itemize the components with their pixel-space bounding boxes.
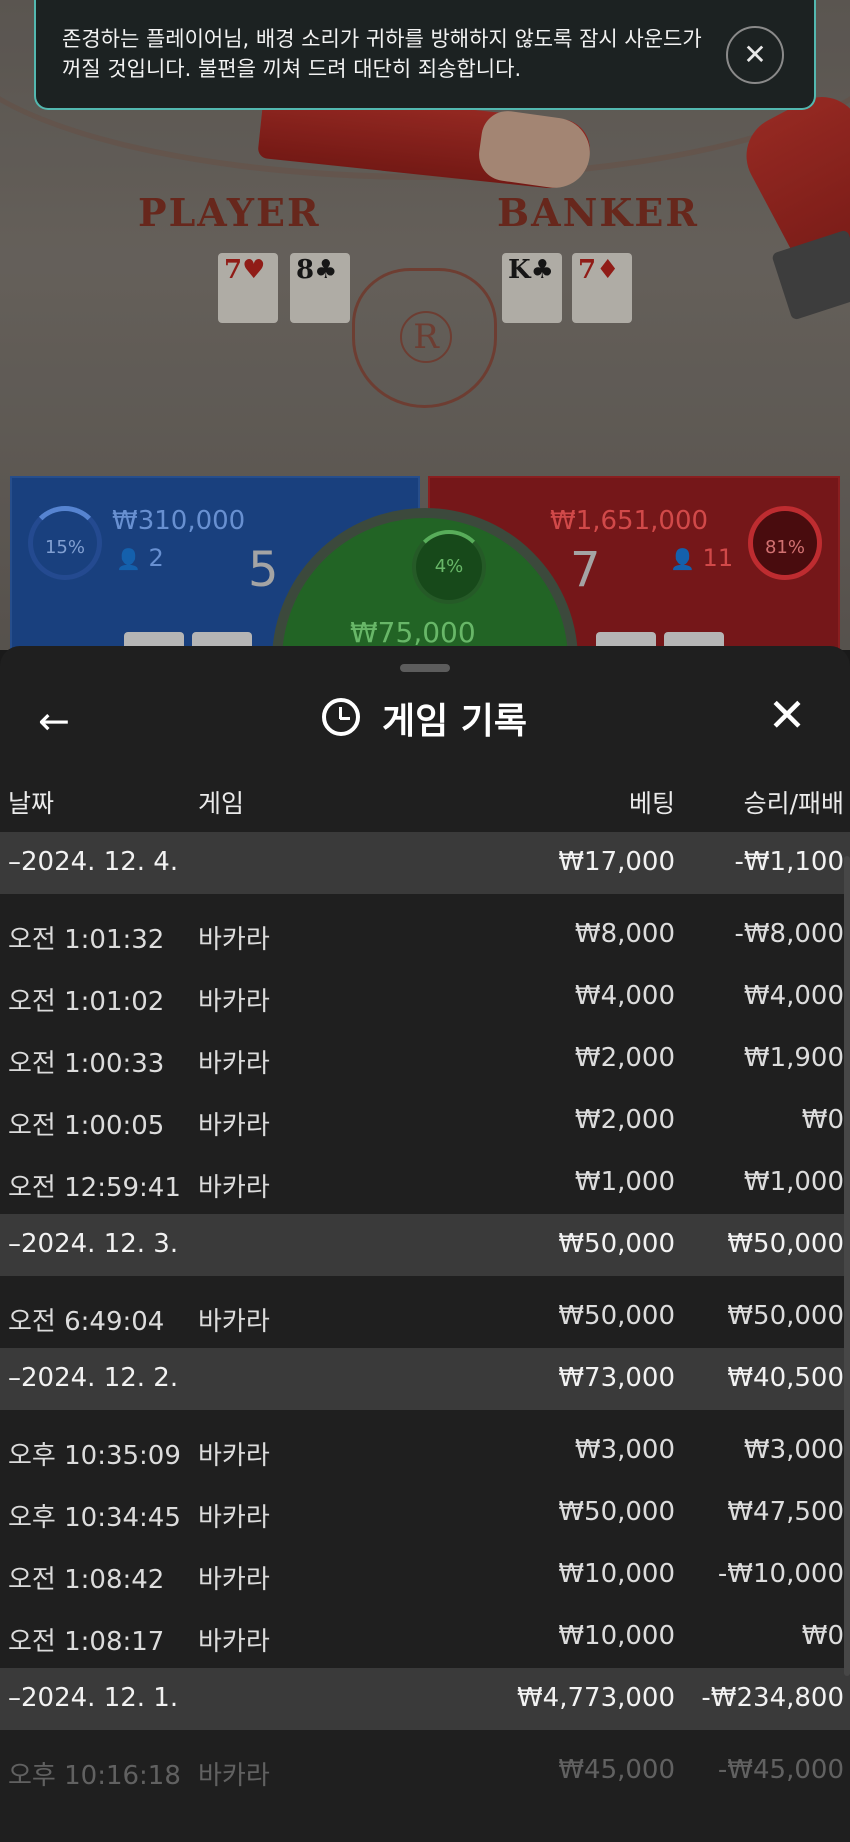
row-spacer — [0, 1730, 850, 1740]
row-game: 바카라 — [198, 1503, 270, 1533]
table-row[interactable]: 오전 1:00:33 바카라 ₩2,000 ₩1,900 — [0, 1028, 850, 1090]
group-bet-total: ₩73,000 — [558, 1363, 675, 1393]
row-game: 바카라 — [198, 1627, 270, 1657]
row-result: -₩45,000 — [717, 1755, 844, 1785]
group-date: –2024. 12. 2. — [8, 1363, 179, 1393]
row-result: ₩4,000 — [743, 981, 844, 1011]
row-game: 바카라 — [198, 1049, 270, 1079]
row-time: 오전 1:08:17 — [8, 1627, 165, 1657]
date-group-row[interactable]: –2024. 12. 4. ₩17,000 -₩1,100 — [0, 832, 850, 894]
row-bet: ₩50,000 — [558, 1497, 675, 1527]
row-bet: ₩1,000 — [574, 1167, 675, 1197]
row-spacer — [0, 1276, 850, 1286]
table-row[interactable]: 오후 10:35:09 바카라 ₩3,000 ₩3,000 — [0, 1420, 850, 1482]
row-game: 바카라 — [198, 1441, 270, 1471]
row-bet: ₩3,000 — [574, 1435, 675, 1465]
row-bet: ₩10,000 — [558, 1559, 675, 1589]
group-date: –2024. 12. 1. — [8, 1683, 179, 1713]
row-result: -₩10,000 — [717, 1559, 844, 1589]
group-bet-total: ₩4,773,000 — [516, 1683, 675, 1713]
group-date: –2024. 12. 4. — [8, 847, 179, 877]
row-spacer — [0, 894, 850, 904]
back-arrow-icon[interactable]: ← — [38, 698, 84, 744]
table-row[interactable]: 오전 1:01:02 바카라 ₩4,000 ₩4,000 — [0, 966, 850, 1028]
group-bet-total: ₩50,000 — [558, 1229, 675, 1259]
date-group-row[interactable]: –2024. 12. 3. ₩50,000 ₩50,000 — [0, 1214, 850, 1276]
table-row[interactable]: 오전 1:00:05 바카라 ₩2,000 ₩0 — [0, 1090, 850, 1152]
date-group-row[interactable]: –2024. 12. 2. ₩73,000 ₩40,500 — [0, 1348, 850, 1410]
group-bet-total: ₩17,000 — [558, 847, 675, 877]
group-result-total: ₩50,000 — [727, 1229, 844, 1259]
row-game: 바카라 — [198, 987, 270, 1017]
table-row[interactable]: 오후 10:34:45 바카라 ₩50,000 ₩47,500 — [0, 1482, 850, 1544]
row-bet: ₩50,000 — [558, 1301, 675, 1331]
row-game: 바카라 — [198, 925, 270, 955]
column-date: 날짜 — [8, 789, 55, 818]
row-time: 오전 12:59:41 — [8, 1173, 181, 1203]
row-bet: ₩8,000 — [574, 919, 675, 949]
row-time: 오후 10:35:09 — [8, 1441, 181, 1471]
row-result: ₩0 — [801, 1621, 844, 1651]
column-result: 승리/패배 — [743, 789, 844, 818]
table-row[interactable]: 오후 10:16:18 바카라 ₩45,000 -₩45,000 — [0, 1740, 850, 1802]
row-bet: ₩2,000 — [574, 1105, 675, 1135]
row-result: ₩47,500 — [727, 1497, 844, 1527]
row-result: ₩3,000 — [743, 1435, 844, 1465]
row-time: 오전 1:00:33 — [8, 1049, 165, 1079]
row-time: 오전 1:01:02 — [8, 987, 165, 1017]
row-game: 바카라 — [198, 1111, 270, 1141]
group-result-total: ₩40,500 — [727, 1363, 844, 1393]
sheet-header: ← 게임 기록 ✕ — [0, 686, 850, 766]
group-date: –2024. 12. 3. — [8, 1229, 179, 1259]
group-result-total: -₩1,100 — [734, 847, 844, 877]
table-row[interactable]: 오전 6:49:04 바카라 ₩50,000 ₩50,000 — [0, 1286, 850, 1348]
toast-close-icon[interactable]: ✕ — [726, 26, 784, 84]
row-time: 오전 1:01:32 — [8, 925, 165, 955]
scrollbar[interactable] — [844, 856, 850, 1676]
row-bet: ₩4,000 — [574, 981, 675, 1011]
row-bet: ₩45,000 — [558, 1755, 675, 1785]
row-game: 바카라 — [198, 1307, 270, 1337]
row-bet: ₩2,000 — [574, 1043, 675, 1073]
history-icon — [322, 698, 360, 736]
history-list: –2024. 12. 4. ₩17,000 -₩1,100 오전 1:01:32 바카라… — [0, 832, 850, 1802]
row-time: 오전 6:49:04 — [8, 1307, 165, 1337]
row-game: 바카라 — [198, 1761, 270, 1791]
group-result-total: -₩234,800 — [701, 1683, 844, 1713]
row-game: 바카라 — [198, 1173, 270, 1203]
toast-message: 존경하는 플레이어님, 배경 소리가 귀하를 방해하지 않도록 잠시 사운드가 … — [62, 27, 702, 81]
table-row[interactable]: 오전 1:08:42 바카라 ₩10,000 -₩10,000 — [0, 1544, 850, 1606]
row-result: -₩8,000 — [734, 919, 844, 949]
game-history-sheet: ← 게임 기록 ✕ 날짜 게임 베팅 승리/패배 –2024. 12. 4. ₩1… — [0, 646, 850, 1842]
drag-handle[interactable] — [400, 664, 450, 672]
page-title: 게임 기록 — [382, 701, 528, 742]
row-game: 바카라 — [198, 1565, 270, 1595]
table-header: 날짜 게임 베팅 승리/패배 — [0, 776, 850, 826]
date-group-row[interactable]: –2024. 12. 1. ₩4,773,000 -₩234,800 — [0, 1668, 850, 1730]
row-time: 오후 10:34:45 — [8, 1503, 181, 1533]
row-result: ₩50,000 — [727, 1301, 844, 1331]
row-result: ₩1,000 — [743, 1167, 844, 1197]
row-time: 오전 1:08:42 — [8, 1565, 165, 1595]
row-result: ₩0 — [801, 1105, 844, 1135]
column-game: 게임 — [198, 789, 245, 818]
row-time: 오후 10:16:18 — [8, 1761, 181, 1791]
table-row[interactable]: 오전 1:01:32 바카라 ₩8,000 -₩8,000 — [0, 904, 850, 966]
row-spacer — [0, 1410, 850, 1420]
table-row[interactable]: 오전 1:08:17 바카라 ₩10,000 ₩0 — [0, 1606, 850, 1668]
close-icon[interactable]: ✕ — [762, 690, 812, 740]
column-bet: 베팅 — [628, 789, 675, 818]
row-result: ₩1,900 — [743, 1043, 844, 1073]
sound-notice-toast: 존경하는 플레이어님, 배경 소리가 귀하를 방해하지 않도록 잠시 사운드가 … — [34, 0, 816, 110]
row-bet: ₩10,000 — [558, 1621, 675, 1651]
row-time: 오전 1:00:05 — [8, 1111, 165, 1141]
table-row[interactable]: 오전 12:59:41 바카라 ₩1,000 ₩1,000 — [0, 1152, 850, 1214]
